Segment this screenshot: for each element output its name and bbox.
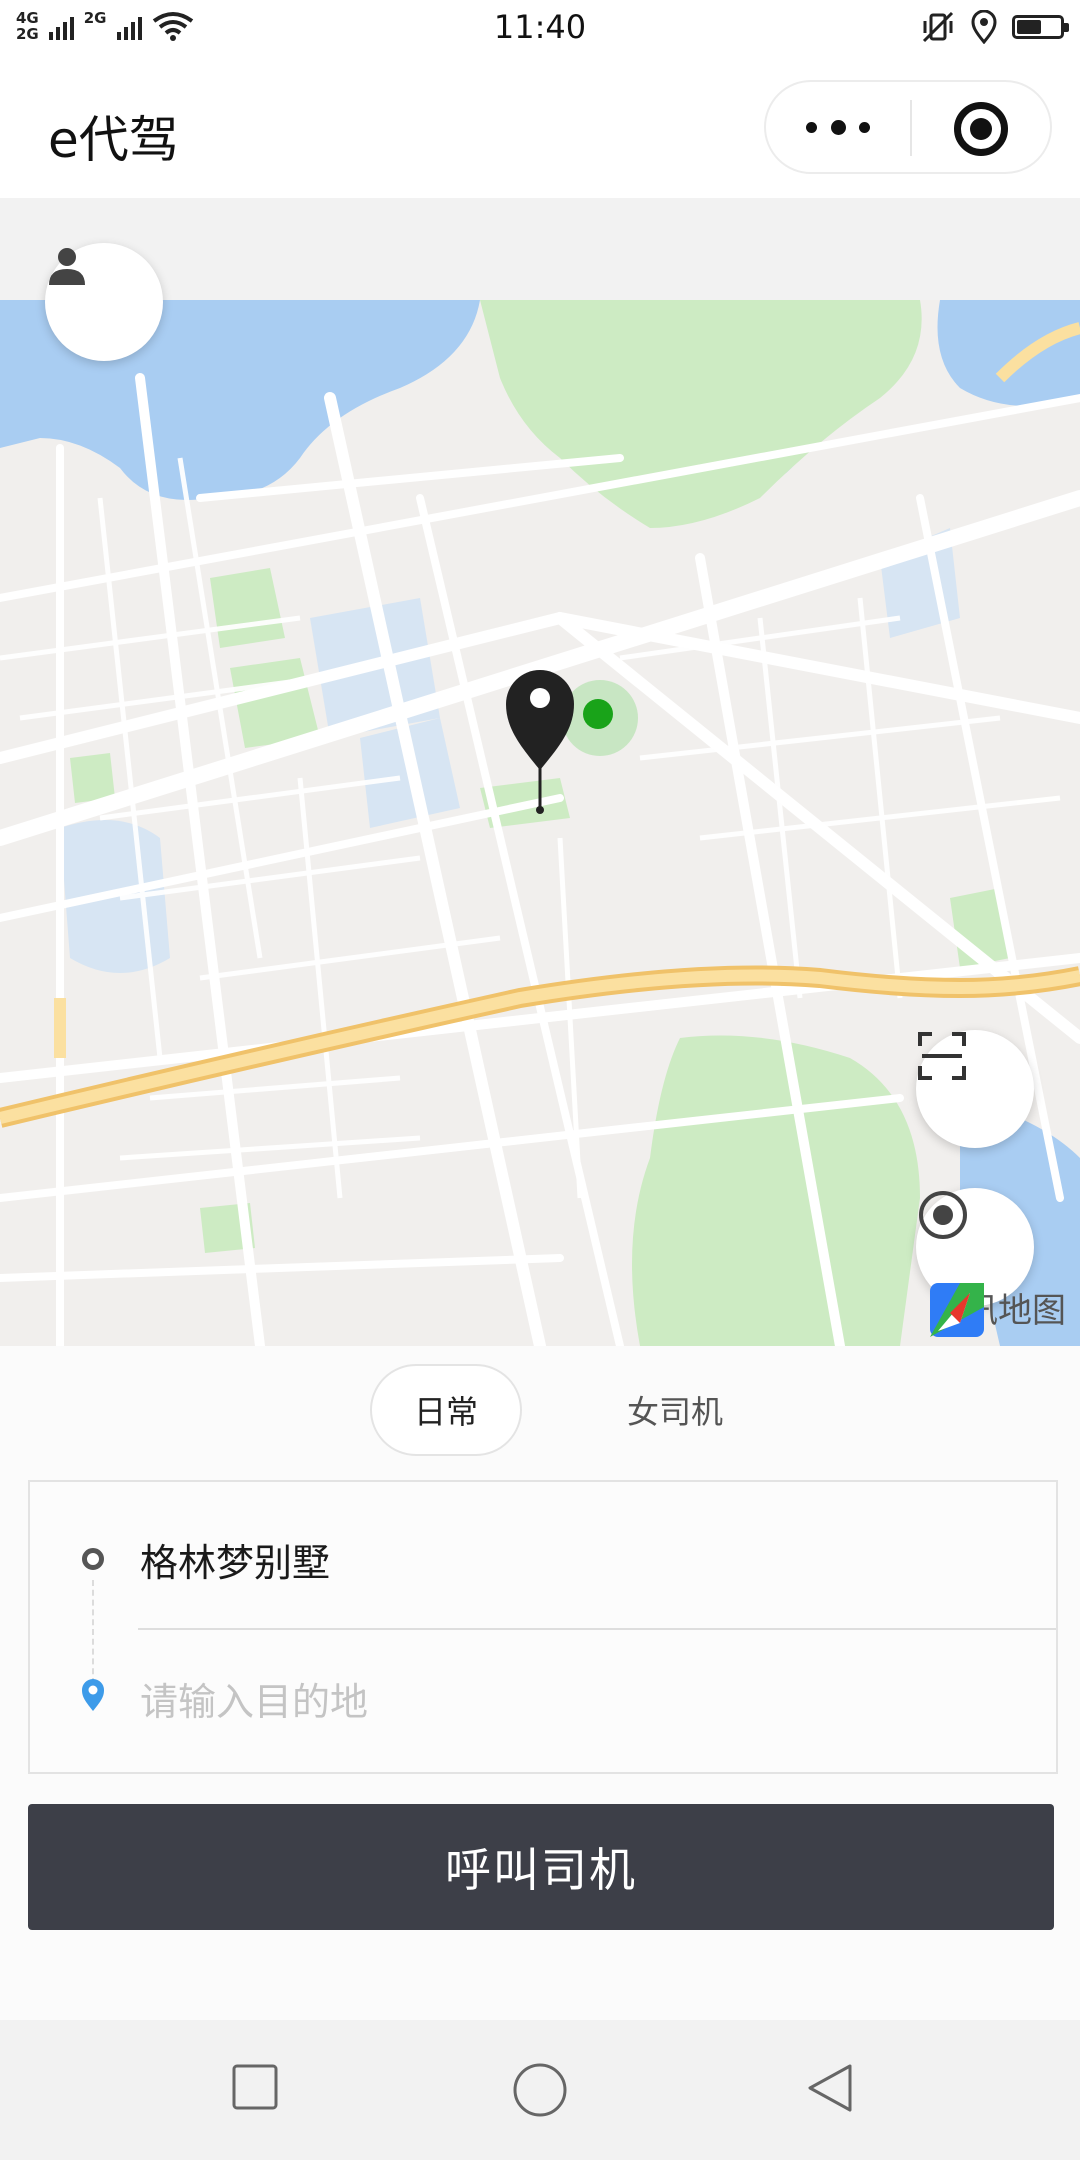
start-address: 格林梦别墅: [140, 1541, 331, 1585]
map-provider-logo: 腾讯地图: [930, 1283, 1066, 1337]
map-canvas[interactable]: [0, 198, 1080, 1346]
profile-button[interactable]: [45, 243, 163, 361]
map-view[interactable]: 腾讯地图: [0, 198, 1080, 1346]
destination-input[interactable]: [140, 1674, 1000, 1730]
triangle-back-icon[interactable]: [804, 2062, 854, 2114]
app-header: e代驾: [0, 58, 1080, 198]
start-location-row[interactable]: 格林梦别墅: [30, 1482, 1056, 1684]
tab-daily[interactable]: 日常: [370, 1364, 522, 1456]
target-close-icon[interactable]: [954, 102, 1008, 156]
status-icons: [920, 10, 1069, 44]
scan-button[interactable]: [916, 1030, 1034, 1148]
locate-icon: [919, 1191, 967, 1239]
system-nav-bar: [0, 2020, 1080, 2160]
battery-icon: [1012, 15, 1069, 39]
person-icon: [49, 248, 85, 285]
status-time: 11:40: [493, 8, 587, 46]
vibrate-mute-icon: [922, 11, 954, 43]
trip-address-card: 格林梦别墅: [28, 1480, 1058, 1774]
car-location-dot: [583, 699, 613, 729]
miniprogram-capsule: [764, 80, 1052, 174]
capsule-divider: [910, 100, 912, 156]
more-dots-icon[interactable]: [806, 112, 870, 142]
page-title: e代驾: [48, 111, 179, 169]
tab-female-driver[interactable]: 女司机: [600, 1364, 750, 1456]
square-recent-icon[interactable]: [230, 2062, 280, 2112]
call-driver-button[interactable]: 呼叫司机: [28, 1804, 1054, 1930]
start-dot-icon: [82, 1548, 104, 1570]
service-tabs: 日常 女司机: [0, 1346, 1080, 1476]
scan-frame-icon: [918, 1032, 966, 1080]
status-bar: 4G 2G 2G 11:40: [0, 0, 1080, 58]
tencent-map-logo-icon: [930, 1283, 984, 1337]
location-icon: [971, 10, 997, 44]
destination-row[interactable]: [30, 1630, 1056, 1774]
circle-home-icon[interactable]: [512, 2062, 568, 2118]
destination-pin-icon: [82, 1679, 104, 1711]
